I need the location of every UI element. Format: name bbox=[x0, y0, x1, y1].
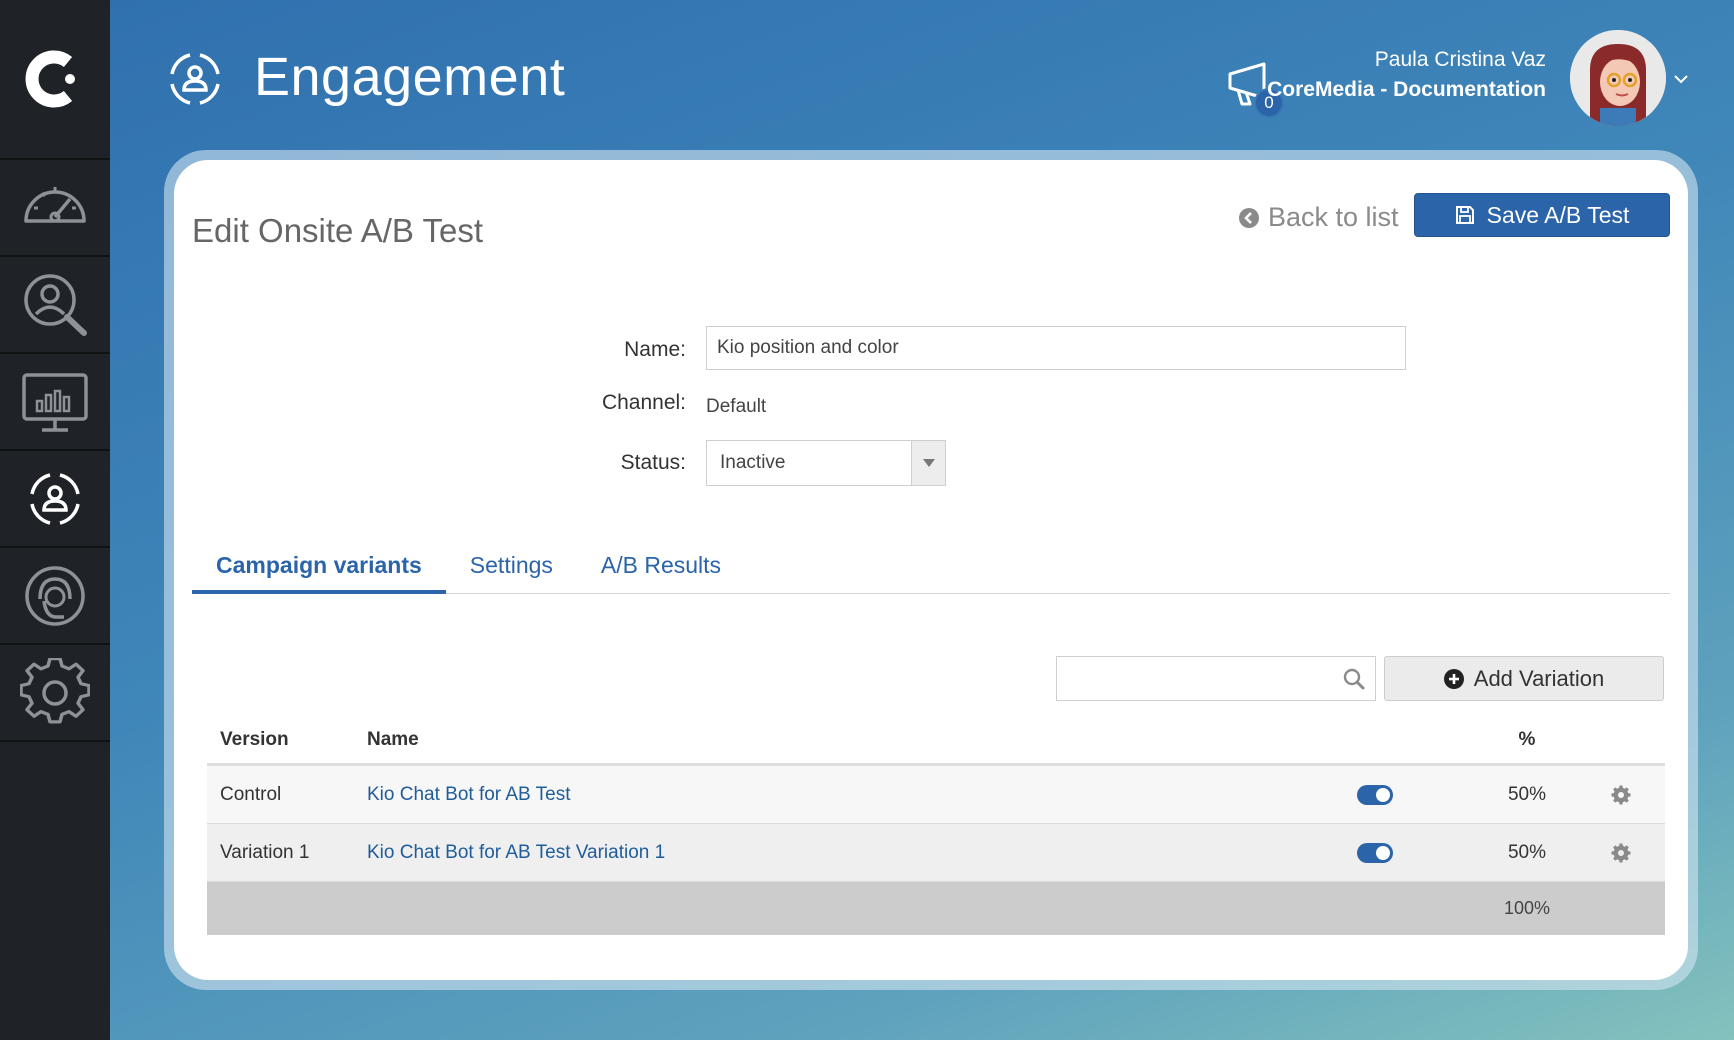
row-version: Variation 1 bbox=[220, 841, 310, 863]
support-agent-icon bbox=[25, 565, 85, 626]
gear-icon[interactable] bbox=[1611, 842, 1631, 863]
variants-table: Version Name % Control Kio Chat Bot for … bbox=[207, 716, 1665, 935]
table-total-row: 100% bbox=[207, 882, 1665, 935]
nav-settings[interactable] bbox=[0, 645, 110, 742]
row-percent: 50% bbox=[1507, 783, 1547, 805]
user-organization: CoreMedia - Documentation bbox=[1267, 78, 1546, 101]
content-card-frame: Edit Onsite A/B Test Back to list Save A… bbox=[164, 150, 1698, 990]
coremedia-logo-icon bbox=[25, 50, 75, 108]
floppy-disk-icon bbox=[1455, 206, 1474, 224]
nav-analytics[interactable] bbox=[0, 354, 110, 451]
nav-engagement[interactable] bbox=[0, 451, 110, 548]
status-label: Status: bbox=[620, 451, 686, 474]
back-to-list-link[interactable]: Back to list bbox=[1238, 202, 1399, 233]
column-version: Version bbox=[220, 728, 289, 750]
add-variation-label: Add Variation bbox=[1473, 665, 1605, 691]
add-variation-button[interactable]: Add Variation bbox=[1384, 656, 1664, 701]
engagement-header-icon bbox=[170, 53, 220, 105]
coremedia-logo[interactable] bbox=[0, 0, 110, 160]
caret-down-icon bbox=[922, 459, 935, 467]
tab-settings[interactable]: Settings bbox=[446, 544, 577, 594]
column-name: Name bbox=[367, 728, 419, 750]
back-to-list-label: Back to list bbox=[1268, 202, 1399, 232]
name-input[interactable] bbox=[706, 326, 1406, 370]
variant-name-link[interactable]: Kio Chat Bot for AB Test bbox=[367, 784, 570, 805]
row-version: Control bbox=[220, 783, 282, 805]
tab-bar: Campaign variants Settings A/B Results bbox=[192, 544, 1670, 594]
content-card: Edit Onsite A/B Test Back to list Save A… bbox=[174, 160, 1688, 980]
save-ab-test-button[interactable]: Save A/B Test bbox=[1414, 193, 1670, 237]
channel-value: Default bbox=[706, 396, 767, 417]
page-title: Edit Onsite A/B Test bbox=[192, 212, 484, 249]
search-icon bbox=[1343, 668, 1365, 689]
nav-audience[interactable] bbox=[0, 257, 110, 354]
table-row: Control Kio Chat Bot for AB Test 50% bbox=[207, 766, 1665, 824]
variation-search-input[interactable] bbox=[1056, 656, 1376, 701]
nav-support[interactable] bbox=[0, 548, 110, 645]
column-percent: % bbox=[1518, 728, 1536, 750]
gear-icon[interactable] bbox=[1611, 784, 1631, 805]
chevron-down-icon[interactable] bbox=[1672, 70, 1690, 88]
dashboard-gauge-icon bbox=[24, 186, 86, 223]
engagement-icon bbox=[30, 472, 80, 525]
channel-label: Channel: bbox=[601, 391, 686, 414]
analytics-monitor-icon bbox=[22, 372, 88, 432]
variant-name-link[interactable]: Kio Chat Bot for AB Test Variation 1 bbox=[367, 842, 665, 863]
avatar[interactable] bbox=[1570, 30, 1666, 126]
plus-circle-icon bbox=[1443, 668, 1464, 689]
nav-dashboard[interactable] bbox=[0, 160, 110, 257]
table-header: Version Name % bbox=[207, 716, 1665, 766]
settings-gear-icon bbox=[20, 657, 90, 723]
sidebar bbox=[0, 0, 110, 1040]
variant-enabled-toggle[interactable] bbox=[1357, 842, 1393, 863]
row-percent: 50% bbox=[1507, 841, 1547, 863]
save-ab-test-label: Save A/B Test bbox=[1486, 201, 1630, 228]
app-title: Engagement bbox=[254, 47, 566, 107]
tab-ab-results[interactable]: A/B Results bbox=[577, 544, 745, 594]
user-avatar-icon bbox=[1570, 30, 1666, 126]
variant-enabled-toggle[interactable] bbox=[1357, 784, 1393, 805]
chevron-left-circle-icon bbox=[1239, 207, 1259, 228]
table-row: Variation 1 Kio Chat Bot for AB Test Var… bbox=[207, 824, 1665, 882]
dropdown-arrow[interactable] bbox=[911, 441, 945, 485]
tab-campaign-variants[interactable]: Campaign variants bbox=[192, 544, 446, 594]
audience-search-icon bbox=[24, 273, 87, 336]
name-label: Name: bbox=[624, 338, 686, 361]
user-name: Paula Cristina Vaz bbox=[1374, 48, 1546, 71]
status-selected-value: Inactive bbox=[720, 452, 786, 473]
status-select[interactable]: Inactive bbox=[706, 440, 946, 486]
total-percent: 100% bbox=[1503, 898, 1551, 918]
